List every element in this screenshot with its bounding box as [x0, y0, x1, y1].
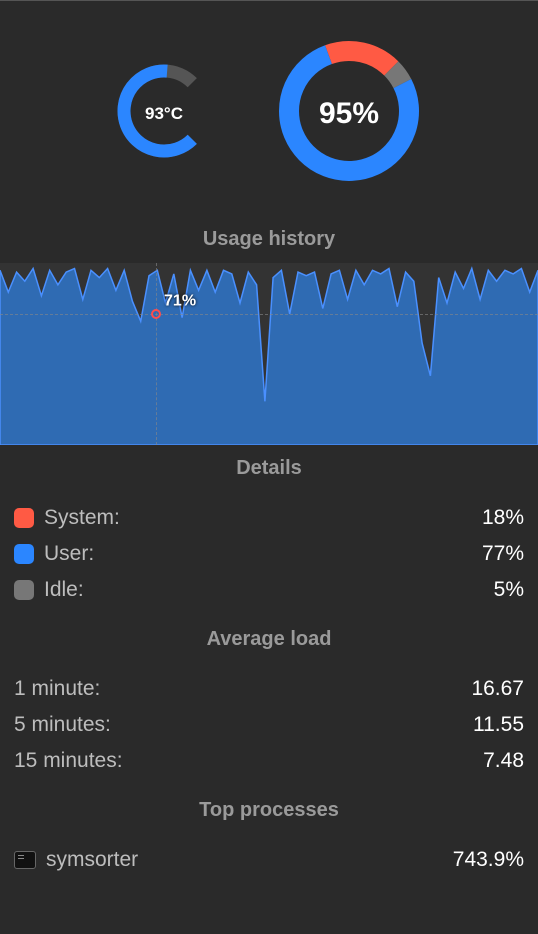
color-swatch-icon: [14, 580, 34, 600]
load-value: 7.48: [483, 749, 524, 773]
process-list: symsorter 743.9%: [0, 834, 538, 886]
process-name: symsorter: [46, 848, 138, 872]
chart-marker-icon: [151, 309, 161, 319]
average-load-title: Average load: [0, 628, 538, 651]
gauge-row: 93°C 95%: [0, 1, 538, 216]
detail-row: User: 77%: [14, 536, 524, 572]
detail-label: System:: [44, 506, 120, 530]
load-list: 1 minute: 16.67 5 minutes: 11.55 15 minutes:…: [0, 663, 538, 787]
process-row: symsorter 743.9%: [14, 842, 524, 878]
chart-guideline-vertical: [156, 263, 157, 445]
detail-row: System: 18%: [14, 500, 524, 536]
usage-value: 95%: [319, 97, 379, 131]
usage-history-chart: 71%: [0, 263, 538, 445]
chart-guideline-horizontal: [0, 314, 538, 315]
terminal-icon: [14, 851, 36, 869]
usage-history-title: Usage history: [0, 228, 538, 251]
detail-value: 5%: [494, 578, 524, 602]
detail-label: Idle:: [44, 578, 84, 602]
load-row: 5 minutes: 11.55: [14, 707, 524, 743]
detail-value: 18%: [482, 506, 524, 530]
load-label: 5 minutes:: [14, 713, 111, 737]
color-swatch-icon: [14, 508, 34, 528]
chart-marker-label: 71%: [164, 292, 196, 310]
usage-gauge: 95%: [269, 31, 429, 196]
temperature-value: 93°C: [145, 104, 183, 124]
detail-row: Idle: 5%: [14, 572, 524, 608]
details-title: Details: [0, 457, 538, 480]
details-list: System: 18% User: 77% Idle: 5%: [0, 492, 538, 616]
detail-value: 77%: [482, 542, 524, 566]
detail-label: User:: [44, 542, 94, 566]
load-value: 16.67: [471, 677, 524, 701]
area-chart-icon: [0, 263, 538, 445]
temperature-gauge: 93°C: [109, 56, 219, 171]
top-processes-title: Top processes: [0, 799, 538, 822]
load-row: 1 minute: 16.67: [14, 671, 524, 707]
load-label: 1 minute:: [14, 677, 100, 701]
load-value: 11.55: [473, 713, 524, 737]
load-label: 15 minutes:: [14, 749, 123, 773]
process-cpu: 743.9%: [453, 848, 524, 872]
color-swatch-icon: [14, 544, 34, 564]
load-row: 15 minutes: 7.48: [14, 743, 524, 779]
